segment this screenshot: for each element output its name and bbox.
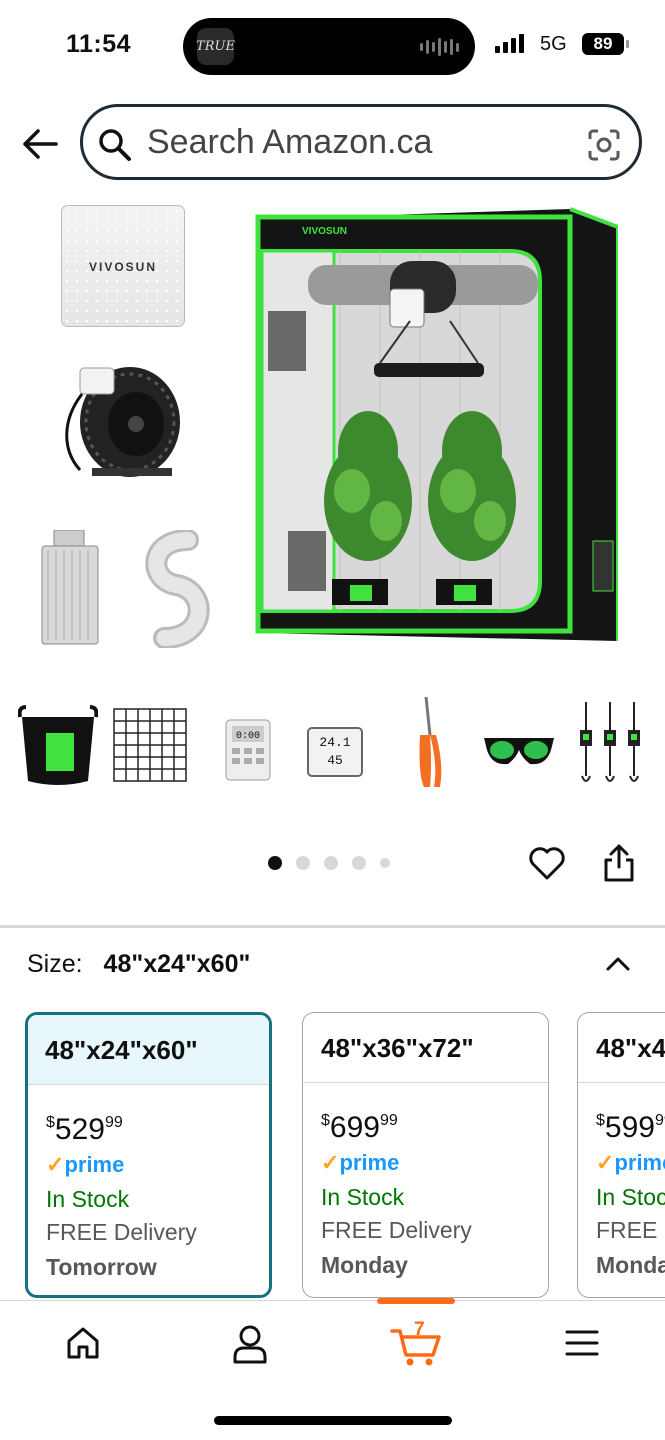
currency-symbol: $ — [46, 1114, 55, 1131]
timer-display: 0:00 — [236, 731, 260, 742]
price-whole: 529 — [54, 1113, 105, 1146]
cellular-signal-icon — [495, 34, 524, 53]
home-indicator[interactable] — [214, 1416, 452, 1425]
prime-badge: ✓prime — [303, 1144, 548, 1176]
size-options-carousel[interactable]: 48"x24"x60" $52999 ✓prime In Stock FREE … — [0, 1012, 665, 1302]
status-bar: 11:54 TRUE 5G 89 — [0, 0, 665, 92]
stock-status: In Stock — [596, 1184, 665, 1210]
delivery-day: Monday — [321, 1252, 408, 1278]
status-time: 11:54 — [66, 30, 132, 58]
page-dot-3[interactable] — [324, 856, 338, 870]
prime-check-icon: ✓ — [596, 1150, 615, 1175]
hamburger-menu-icon — [565, 1330, 599, 1356]
page-dot-2[interactable] — [296, 856, 310, 870]
battery-icon: 89 — [582, 33, 629, 55]
active-tab-indicator — [377, 1298, 455, 1304]
size-option-card[interactable]: 48"x36"x72" $69999 ✓prime In Stock FREE … — [302, 1012, 549, 1298]
size-option-title: 48"x48"x72" — [578, 1013, 665, 1083]
prime-check-icon: ✓ — [321, 1150, 340, 1175]
delivery-text: FREE Delivery — [321, 1217, 472, 1243]
section-divider — [0, 925, 665, 928]
network-type: 5G — [540, 33, 567, 55]
size-option-price: $59999 — [578, 1083, 665, 1144]
back-arrow-icon[interactable] — [20, 122, 60, 166]
prime-label: prime — [614, 1150, 665, 1175]
light-brand-label: VIVOSUN — [88, 260, 157, 274]
prime-badge: ✓prime — [28, 1146, 269, 1178]
grow-light-image: VIVOSUN — [61, 205, 185, 327]
rope-ratchet-image — [580, 702, 640, 782]
currency-symbol: $ — [596, 1112, 605, 1129]
stock-status: In Stock — [46, 1186, 130, 1212]
nav-home-button[interactable] — [43, 1323, 123, 1373]
nav-account-button[interactable] — [210, 1323, 290, 1373]
prime-label: prime — [64, 1152, 125, 1177]
size-option-card[interactable]: 48"x48"x72" $59999 ✓prime In Stock FREE … — [577, 1012, 665, 1298]
size-selector-header[interactable]: Size: 48"x24"x60" — [27, 950, 637, 990]
grow-glasses-image — [484, 738, 554, 765]
price-cents: 99 — [104, 1114, 123, 1131]
prime-label: prime — [339, 1150, 400, 1175]
share-icon[interactable] — [601, 843, 637, 883]
tent-brand-label: VIVOSUN — [302, 226, 347, 237]
stock-status: In Stock — [321, 1184, 405, 1210]
home-icon — [67, 1327, 99, 1359]
carbon-filter-image — [41, 530, 99, 645]
prime-badge: ✓prime — [578, 1144, 665, 1176]
currency-symbol: $ — [321, 1112, 330, 1129]
nav-menu-button[interactable] — [542, 1323, 622, 1373]
camera-search-icon[interactable] — [587, 128, 621, 162]
price-whole: 699 — [329, 1111, 380, 1144]
flexible-duct-image — [145, 530, 210, 648]
size-label: Size: — [27, 950, 83, 978]
pruning-shears-image — [419, 696, 442, 787]
delivery-day: Monday — [596, 1252, 665, 1278]
thermo-hygrometer-image: 24.1 45 — [307, 727, 363, 777]
heart-icon[interactable] — [527, 843, 567, 883]
hygro-humidity: 45 — [327, 753, 343, 768]
delivery-day: Tomorrow — [46, 1254, 157, 1280]
gallery-page-indicator[interactable] — [268, 856, 390, 870]
dynamic-island: TRUE — [183, 18, 475, 75]
person-icon — [233, 1325, 267, 1364]
price-cents: 99 — [654, 1112, 665, 1129]
inline-fan-image — [65, 367, 180, 477]
search-icon — [97, 127, 133, 163]
product-image-gallery[interactable]: VIVOSUN VIVOSUN — [0, 195, 665, 665]
trellis-net-image — [113, 708, 187, 782]
page-dot-1[interactable] — [268, 856, 282, 870]
delivery-text: FREE Delivery — [46, 1219, 197, 1245]
now-playing-app-icon: TRUE — [196, 28, 235, 65]
audio-wave-icon — [420, 38, 459, 56]
delivery-text: FREE Delivery — [596, 1217, 665, 1243]
size-option-title: 48"x24"x60" — [28, 1015, 269, 1085]
chevron-up-icon[interactable] — [603, 952, 633, 976]
price-whole: 599 — [604, 1111, 655, 1144]
size-option-price: $52999 — [28, 1085, 269, 1146]
size-option-card[interactable]: 48"x24"x60" $52999 ✓prime In Stock FREE … — [25, 1012, 272, 1298]
page-dot-4[interactable] — [352, 856, 366, 870]
grow-tent-image: VIVOSUN — [255, 207, 618, 641]
search-bar[interactable] — [80, 104, 642, 180]
accessory-strip: 0:00 24.1 45 — [0, 695, 665, 795]
timer-image: 0:00 — [225, 719, 271, 781]
grow-pot-image — [18, 705, 98, 785]
search-input[interactable] — [147, 117, 567, 167]
hygro-temp: 24.1 — [319, 735, 350, 750]
size-option-title: 48"x36"x72" — [303, 1013, 548, 1083]
size-option-price: $69999 — [303, 1083, 548, 1144]
page-dot-5[interactable] — [380, 858, 390, 868]
cart-count-badge: 7 — [414, 1319, 425, 1340]
selected-size: 48"x24"x60" — [103, 950, 251, 978]
prime-check-icon: ✓ — [46, 1152, 65, 1177]
price-cents: 99 — [379, 1112, 398, 1129]
